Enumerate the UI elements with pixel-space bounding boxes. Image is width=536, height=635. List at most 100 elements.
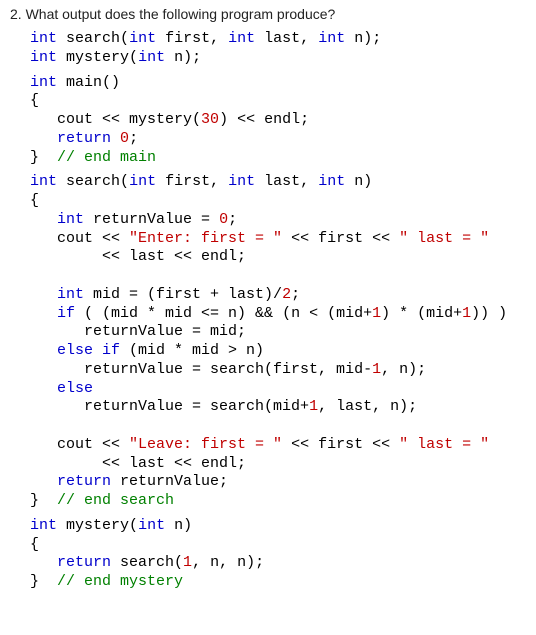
kw-int: int (228, 173, 255, 190)
kw-int: int (57, 211, 84, 228)
brace-close: } (30, 573, 39, 590)
punc: ( (129, 517, 138, 534)
brace-open: { (30, 536, 39, 553)
num: 1 (462, 305, 471, 322)
brace-close: } (30, 149, 39, 166)
num: 1 (183, 554, 192, 571)
num: 1 (372, 361, 381, 378)
stmt: returnValue = (84, 211, 219, 228)
kw-int: int (228, 30, 255, 47)
ident-mystery: mystery (66, 517, 129, 534)
stmt: cout << (57, 436, 129, 453)
num: 0 (120, 130, 129, 147)
stmt: << first << (282, 230, 399, 247)
stmt: (mid * mid > n) (120, 342, 264, 359)
punc: ( (129, 49, 138, 66)
comment-end-main: // end main (57, 149, 156, 166)
punc: ( (120, 173, 129, 190)
num: 2 (282, 286, 291, 303)
stmt: )) ) (471, 305, 507, 322)
kw-int: int (129, 30, 156, 47)
stmt: cout << (57, 230, 129, 247)
num: 1 (309, 398, 318, 415)
num: 0 (219, 211, 228, 228)
punc: , (300, 30, 309, 47)
num: 1 (372, 305, 381, 322)
brace-close: } (30, 492, 39, 509)
ident-last: last (264, 30, 300, 47)
kw-if: if (57, 305, 75, 322)
punc: ; (129, 130, 138, 147)
string: "Enter: first = " (129, 230, 282, 247)
brace-open: { (30, 92, 39, 109)
code-main: int main() { cout << mystery(30) << endl… (30, 74, 526, 168)
stmt-cout: cout << mystery( (57, 111, 201, 128)
ident-n: n (174, 49, 183, 66)
punc: , (210, 30, 219, 47)
punc: ); (363, 30, 381, 47)
code-mystery: int mystery(int n) { return search(1, n,… (30, 517, 526, 592)
stmt: returnValue = mid; (57, 323, 246, 340)
kw-else-if: else if (57, 342, 120, 359)
kw-int: int (30, 49, 57, 66)
stmt: , last, n); (318, 398, 417, 415)
stmt: returnValue; (111, 473, 228, 490)
kw-int: int (318, 173, 345, 190)
comment-end-mystery: // end mystery (57, 573, 183, 590)
punc: ) (183, 517, 192, 534)
ident-search: search (66, 30, 120, 47)
ident-mystery: mystery (66, 49, 129, 66)
kw-else: else (57, 380, 93, 397)
stmt: search( (111, 554, 183, 571)
punc: ; (291, 286, 300, 303)
punc: , (210, 173, 219, 190)
punc: ); (183, 49, 201, 66)
kw-int: int (30, 517, 57, 534)
stmt: << last << endl; (57, 455, 246, 472)
kw-int: int (138, 517, 165, 534)
punc: ; (228, 211, 237, 228)
punc: () (102, 74, 120, 91)
code-declarations: int search(int first, int last, int n); … (30, 30, 526, 68)
ident-last: last (264, 173, 300, 190)
num: 30 (201, 111, 219, 128)
ident-n: n (354, 30, 363, 47)
kw-return: return (57, 473, 111, 490)
punc: , (300, 173, 309, 190)
stmt: ) * (mid+ (381, 305, 462, 322)
page: 2. What output does the following progra… (0, 0, 536, 608)
ident-main: main (66, 74, 102, 91)
stmt: mid = (first + last)/ (84, 286, 282, 303)
punc: ( (120, 30, 129, 47)
kw-return: return (57, 130, 111, 147)
ident-search: search (66, 173, 120, 190)
kw-int: int (30, 30, 57, 47)
stmt-cout-rest: ) << endl; (219, 111, 309, 128)
stmt: ( (mid * mid <= n) && (n < (mid+ (75, 305, 372, 322)
stmt: returnValue = search(first, mid- (57, 361, 372, 378)
code-search: int search(int first, int last, int n) {… (30, 173, 526, 511)
ident-n: n (174, 517, 183, 534)
stmt: , n); (381, 361, 426, 378)
punc: ) (363, 173, 372, 190)
string: "Leave: first = " (129, 436, 282, 453)
stmt: << last << endl; (57, 248, 246, 265)
kw-int: int (138, 49, 165, 66)
ident-first: first (165, 30, 210, 47)
kw-return: return (57, 554, 111, 571)
kw-int: int (30, 173, 57, 190)
string: " last = " (399, 230, 489, 247)
brace-open: { (30, 192, 39, 209)
kw-int: int (30, 74, 57, 91)
ident-n: n (354, 173, 363, 190)
stmt: << first << (282, 436, 399, 453)
comment-end-search: // end search (57, 492, 174, 509)
stmt: , n, n); (192, 554, 264, 571)
question-text: 2. What output does the following progra… (10, 6, 526, 22)
stmt: returnValue = search(mid+ (57, 398, 309, 415)
kw-int: int (57, 286, 84, 303)
string: " last = " (399, 436, 489, 453)
kw-int: int (129, 173, 156, 190)
kw-int: int (318, 30, 345, 47)
ident-first: first (165, 173, 210, 190)
